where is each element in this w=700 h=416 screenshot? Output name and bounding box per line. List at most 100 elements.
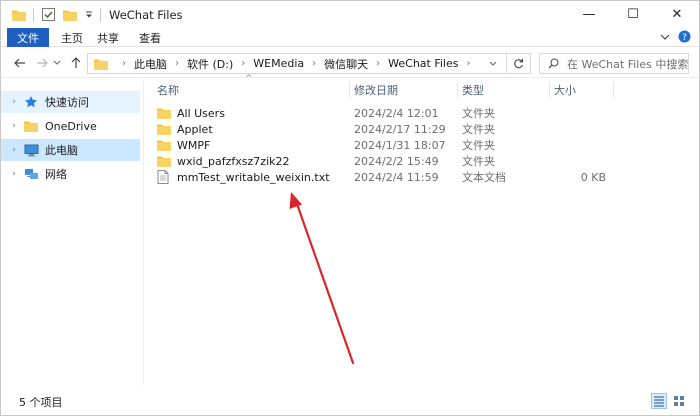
breadcrumb-separator-icon[interactable]: › — [312, 58, 316, 69]
breadcrumb-separator-icon[interactable]: › — [241, 58, 245, 69]
list-item[interactable]: All Users 2024/2/4 12:01 文件夹 — [145, 105, 605, 121]
new-folder-icon[interactable] — [62, 7, 78, 23]
refresh-icon[interactable] — [506, 54, 530, 73]
file-date: 2024/2/4 11:59 — [354, 170, 439, 184]
breadcrumb-this-pc[interactable]: 此电脑 — [134, 56, 167, 72]
file-date: 2024/1/31 18:07 — [354, 138, 446, 152]
list-item[interactable]: Applet 2024/2/17 11:29 文件夹 — [145, 121, 605, 137]
expand-chevron-icon[interactable]: › — [5, 169, 23, 179]
sort-ascending-chevron-icon: ^ — [245, 74, 253, 84]
folder-icon — [23, 118, 39, 134]
text-file-icon — [157, 170, 171, 184]
view-switcher — [651, 393, 687, 409]
list-item[interactable]: WMPF 2024/1/31 18:07 文件夹 — [145, 137, 605, 153]
breadcrumb-wechat-chat[interactable]: 微信聊天 — [324, 56, 368, 72]
file-type: 文件夹 — [462, 123, 495, 136]
address-bar[interactable]: › 此电脑 › 软件 (D:) › WEMedia › 微信聊天 › WeCha… — [87, 53, 531, 74]
file-size: 0 KB — [580, 170, 606, 184]
tab-view[interactable]: 查看 — [135, 28, 165, 47]
ribbon-tabs: 文件 主页 共享 查看 ? — [1, 28, 699, 47]
column-header-type[interactable]: 类型 — [462, 79, 484, 101]
tab-file[interactable]: 文件 — [7, 28, 49, 47]
address-folder-icon — [94, 58, 108, 70]
breadcrumb-drive-d[interactable]: 软件 (D:) — [187, 56, 233, 72]
column-header-size[interactable]: 大小 — [554, 79, 576, 101]
properties-check-icon[interactable] — [40, 7, 56, 23]
network-icon — [23, 166, 39, 182]
help-icon[interactable]: ? — [678, 30, 691, 46]
column-divider[interactable] — [349, 82, 350, 98]
item-count: 5 个项目 — [19, 395, 63, 409]
navigation-pane: › 快速访问 › OneDrive › 此电脑 › 网络 — [1, 79, 144, 385]
breadcrumb-separator-icon[interactable]: › — [175, 58, 179, 69]
expand-ribbon-chevron-icon[interactable] — [660, 31, 670, 44]
breadcrumb-wechat-files[interactable]: WeChat Files — [388, 57, 458, 70]
file-list: ^ 名称 修改日期 类型 大小 All Users 2024/2/4 12:01… — [145, 74, 699, 385]
back-arrow-icon[interactable] — [11, 54, 29, 72]
tab-share[interactable]: 共享 — [93, 28, 123, 47]
minimize-button[interactable]: — — [567, 1, 611, 28]
sidebar-item-network[interactable]: › 网络 — [1, 163, 140, 185]
file-type: 文本文档 — [462, 171, 506, 184]
sidebar-item-label: 此电脑 — [45, 144, 78, 157]
breadcrumb-separator-icon[interactable]: › — [122, 58, 126, 69]
list-item[interactable]: wxid_pafzfxsz7zik22 2024/2/2 15:49 文件夹 — [145, 153, 605, 169]
address-history-chevron-icon[interactable] — [484, 54, 502, 73]
maximize-button[interactable]: ☐ — [611, 1, 655, 28]
forward-arrow-icon[interactable] — [33, 54, 51, 72]
list-item[interactable]: mmTest_writable_weixin.txt 2024/2/4 11:5… — [145, 169, 606, 185]
file-type: 文件夹 — [462, 139, 495, 152]
computer-icon — [23, 142, 39, 158]
column-divider[interactable] — [457, 82, 458, 98]
explorer-window: WeChat Files — ☐ ✕ 文件 主页 共享 查看 ? › 此电脑 ›… — [0, 0, 700, 416]
expand-chevron-icon[interactable]: › — [5, 145, 23, 155]
status-bar: 5 个项目 — [1, 386, 699, 415]
title-bar: WeChat Files — ☐ ✕ — [1, 1, 699, 28]
star-icon — [23, 94, 39, 110]
navigation-bar: › 此电脑 › 软件 (D:) › WEMedia › 微信聊天 › WeCha… — [1, 48, 699, 78]
breadcrumb-wemedia[interactable]: WEMedia — [253, 57, 304, 70]
folder-icon — [157, 106, 171, 120]
column-divider[interactable] — [549, 82, 550, 98]
sidebar-item-label: 网络 — [45, 168, 67, 181]
up-arrow-icon[interactable] — [67, 54, 85, 72]
sidebar-item-quick-access[interactable]: › 快速访问 — [1, 91, 140, 113]
file-date: 2024/2/17 11:29 — [354, 122, 446, 136]
file-name: mmTest_writable_weixin.txt — [177, 170, 330, 184]
expand-chevron-icon[interactable]: › — [5, 121, 23, 131]
file-type: 文件夹 — [462, 155, 495, 168]
svg-text:?: ? — [682, 33, 687, 43]
window-title: WeChat Files — [109, 7, 183, 22]
sidebar-item-label: OneDrive — [45, 119, 97, 133]
expand-chevron-icon[interactable]: › — [5, 97, 23, 107]
search-input[interactable]: 在 WeChat Files 中搜索 — [539, 53, 689, 74]
breadcrumb-separator-icon[interactable]: › — [466, 58, 470, 69]
customize-toolbar-chevron-icon[interactable] — [84, 7, 94, 23]
close-button[interactable]: ✕ — [655, 1, 699, 28]
file-name: wxid_pafzfxsz7zik22 — [177, 154, 290, 168]
folder-icon — [157, 154, 171, 168]
quick-access-toolbar: WeChat Files — [1, 1, 183, 28]
toolbar-divider — [100, 7, 101, 22]
breadcrumb-separator-icon[interactable]: › — [376, 58, 380, 69]
file-name: Applet — [177, 122, 213, 136]
sidebar-item-onedrive[interactable]: › OneDrive — [1, 115, 140, 137]
file-type: 文件夹 — [462, 107, 495, 120]
column-divider[interactable] — [613, 82, 614, 98]
search-icon — [548, 58, 559, 69]
window-controls: — ☐ ✕ — [567, 1, 699, 28]
large-icons-view-icon[interactable] — [671, 393, 687, 409]
folder-icon — [157, 122, 171, 136]
recent-locations-chevron-icon[interactable] — [51, 54, 63, 72]
folder-icon — [157, 138, 171, 152]
sidebar-item-this-pc[interactable]: › 此电脑 — [1, 139, 140, 161]
column-header-date[interactable]: 修改日期 — [354, 79, 398, 101]
file-date: 2024/2/4 12:01 — [354, 106, 439, 120]
details-view-icon[interactable] — [651, 393, 667, 409]
search-placeholder: 在 WeChat Files 中搜索 — [567, 57, 689, 71]
tab-home[interactable]: 主页 — [57, 28, 87, 47]
sidebar-item-label: 快速访问 — [45, 96, 89, 109]
column-header-name[interactable]: 名称 — [157, 79, 179, 101]
ribbon-controls: ? — [660, 28, 691, 47]
toolbar-divider — [33, 7, 34, 22]
